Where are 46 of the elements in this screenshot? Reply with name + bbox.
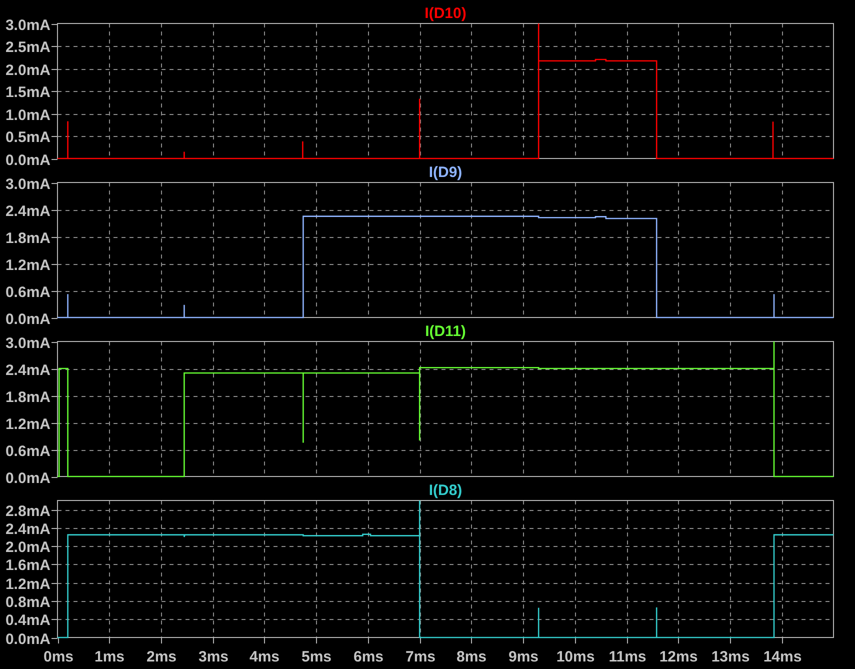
axis-label: 0ms — [43, 648, 74, 666]
axis-label: 3.0mA — [5, 17, 50, 34]
axis-label: 1ms — [94, 648, 125, 666]
axis-label: 0.4mA — [5, 612, 50, 629]
axis-label: 4ms — [249, 648, 280, 666]
axis-label: 8ms — [456, 648, 487, 666]
axis-label: 0.6mA — [5, 443, 50, 460]
axis-label: 13ms — [711, 648, 750, 666]
axis-label: 1.6mA — [5, 557, 50, 574]
axis-label: 1.2mA — [5, 257, 50, 274]
axis-label: 3.0mA — [5, 335, 50, 352]
axis-label: 2.0mA — [5, 539, 50, 556]
axis-label: 0.0mA — [5, 311, 50, 328]
axis-label: 14ms — [763, 648, 802, 666]
axis-label: 6ms — [353, 648, 384, 666]
axis-label: 12ms — [659, 648, 698, 666]
axis-label: 0.8mA — [5, 594, 50, 611]
axis-label: 0.0mA — [5, 470, 50, 487]
axis-label: 0.6mA — [5, 284, 50, 301]
axis-label: 2ms — [146, 648, 177, 666]
chart-title: I(D10) — [424, 5, 466, 23]
axis-label: 3ms — [198, 648, 229, 666]
axis-label: 1.5mA — [5, 84, 50, 101]
axis-label: 0.0mA — [5, 152, 50, 169]
axis-label: 10ms — [556, 648, 595, 666]
axis-label: 1.2mA — [5, 576, 50, 593]
axis-label: 3.0mA — [5, 176, 50, 193]
axis-label: 2.4mA — [5, 362, 50, 379]
axis-label: 2.8mA — [5, 503, 50, 520]
axis-label: 9ms — [508, 648, 539, 666]
axis-label: 5ms — [301, 648, 332, 666]
axis-label: 7ms — [405, 648, 436, 666]
axis-label: 2.4mA — [5, 203, 50, 220]
axis-label: 0.0mA — [5, 631, 50, 648]
axis-label: 0.5mA — [5, 129, 50, 146]
axis-label: 1.0mA — [5, 107, 50, 124]
axis-label: 1.8mA — [5, 389, 50, 406]
chart-title: I(D9) — [428, 164, 462, 182]
axis-label: 2.4mA — [5, 521, 50, 538]
axis-label: 2.0mA — [5, 62, 50, 79]
axis-label: 1.8mA — [5, 230, 50, 247]
chart-title: I(D11) — [425, 323, 466, 341]
axis-label: 11ms — [608, 648, 646, 666]
chart-title: I(D8) — [428, 482, 462, 500]
axis-label: 2.5mA — [5, 39, 50, 56]
axis-label: 1.2mA — [5, 416, 50, 433]
